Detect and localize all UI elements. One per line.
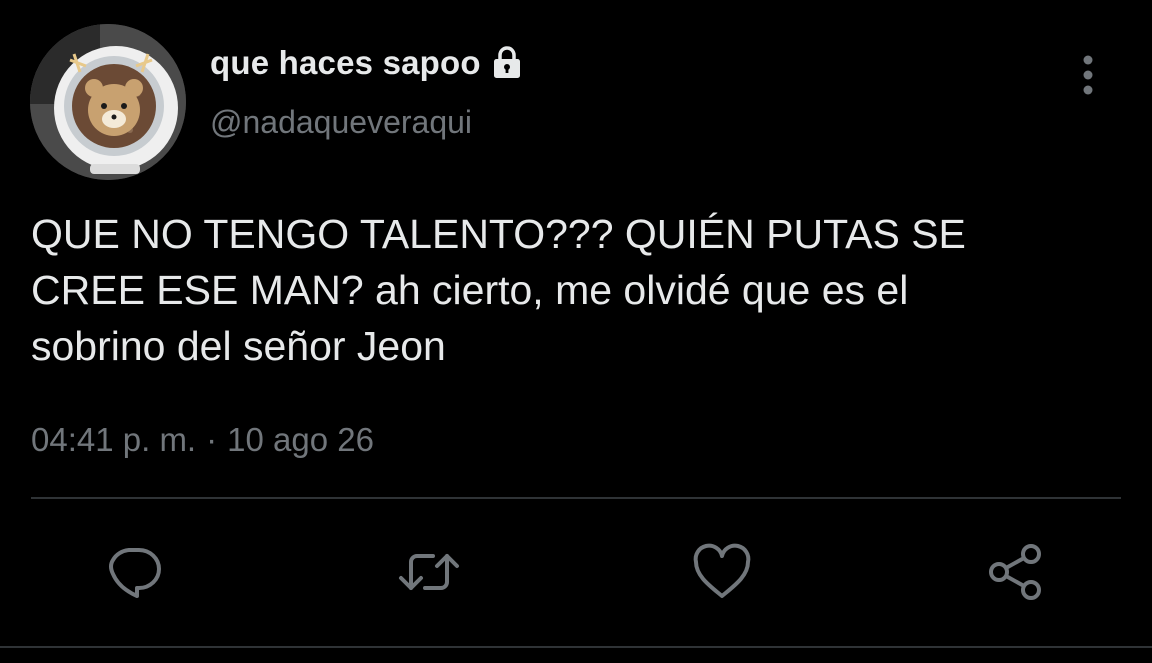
tweet-timestamp[interactable]: 04:41 p. m. · 10 ago 26 bbox=[31, 421, 374, 459]
more-options-button[interactable] bbox=[1068, 52, 1108, 98]
lock-icon bbox=[489, 45, 525, 81]
display-name[interactable]: que haces sapoo bbox=[210, 44, 481, 82]
tweet-time: 04:41 p. m. bbox=[31, 421, 197, 458]
like-button[interactable] bbox=[690, 540, 754, 604]
retweet-icon bbox=[399, 554, 459, 590]
avatar-image bbox=[30, 24, 186, 180]
reply-icon bbox=[109, 548, 161, 598]
user-handle[interactable]: @nadaqueveraqui bbox=[210, 104, 472, 141]
reply-button[interactable] bbox=[103, 540, 167, 604]
share-button[interactable] bbox=[985, 540, 1049, 604]
tweet-text: QUE NO TENGO TALENTO??? QUIÉN PUTAS SE C… bbox=[31, 211, 966, 369]
share-icon bbox=[989, 544, 1041, 600]
like-icon bbox=[693, 543, 751, 598]
retweet-button[interactable] bbox=[397, 540, 461, 604]
more-vertical-icon bbox=[1083, 55, 1093, 95]
tweet-date: 10 ago 26 bbox=[227, 421, 374, 458]
meta-separator: · bbox=[206, 421, 218, 458]
bottom-divider bbox=[0, 646, 1152, 648]
divider bbox=[31, 497, 1121, 499]
avatar[interactable] bbox=[30, 24, 186, 180]
display-name-row: que haces sapoo bbox=[210, 40, 525, 86]
